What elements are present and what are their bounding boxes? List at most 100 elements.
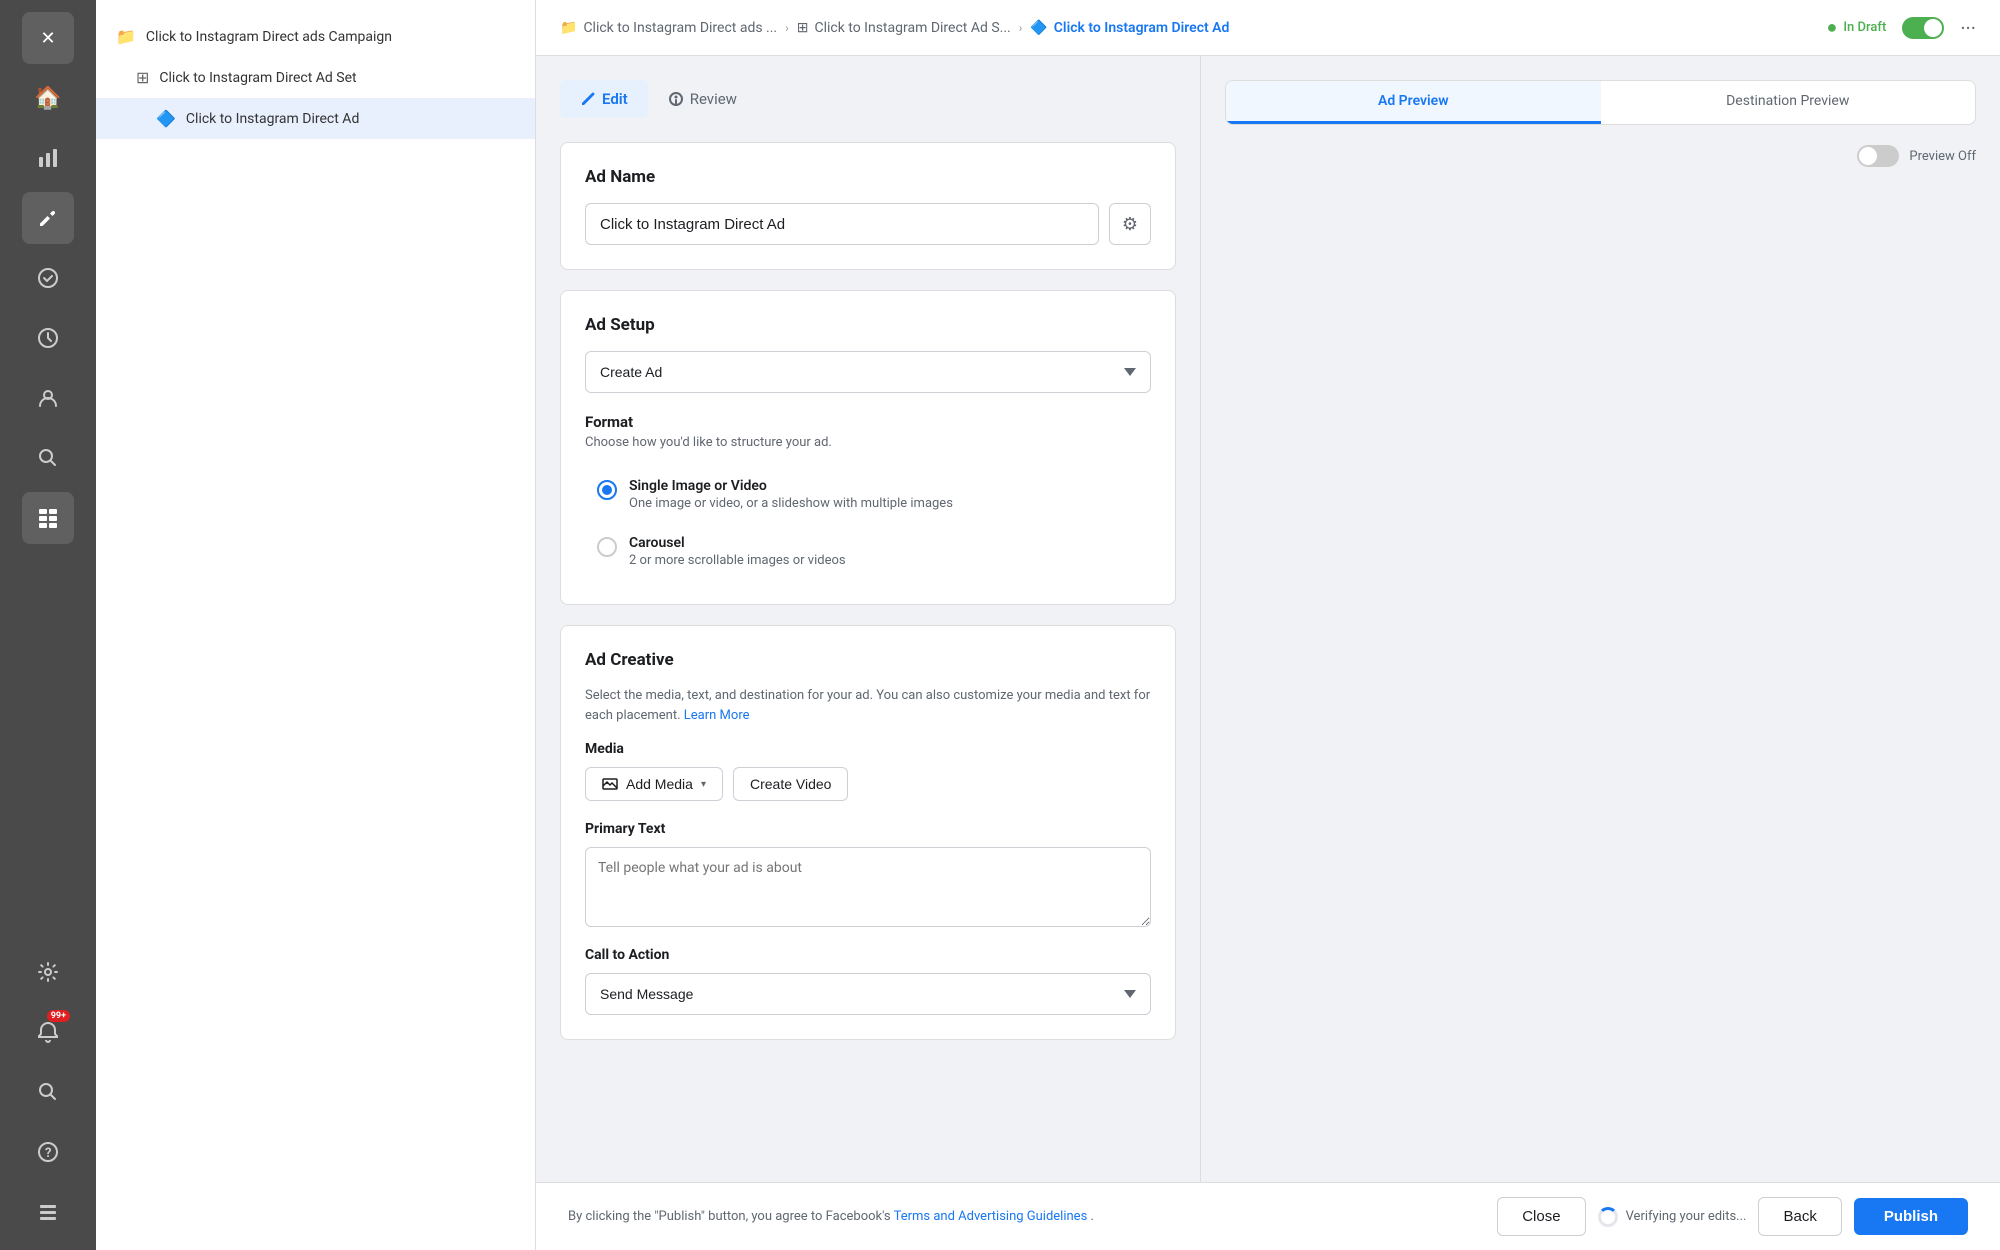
draft-label: In Draft: [1843, 20, 1886, 35]
breadcrumb-campaign[interactable]: 📁 Click to Instagram Direct ads ...: [560, 20, 777, 36]
format-carousel-radio[interactable]: [597, 537, 617, 557]
format-desc: Choose how you'd like to structure your …: [585, 435, 1151, 450]
add-media-button[interactable]: Add Media ▾: [585, 767, 723, 801]
top-bar: 📁 Click to Instagram Direct ads ... › ⊞ …: [536, 0, 2000, 56]
preview-toggle[interactable]: [1857, 145, 1899, 167]
campaign-label: Click to Instagram Direct ads Campaign: [146, 29, 491, 45]
ad-name-input[interactable]: [585, 203, 1099, 245]
bottom-bar-actions: Close Verifying your edits... Back Publi…: [1497, 1197, 1968, 1236]
search-icon-button[interactable]: [22, 432, 74, 484]
draft-dot-icon: ●: [1827, 17, 1838, 38]
agreement-text: By clicking the "Publish" button, you ag…: [568, 1209, 1094, 1224]
bc-campaign-icon: 📁: [560, 20, 577, 36]
tree-item-ad[interactable]: 🔷 Click to Instagram Direct Ad ···: [96, 98, 535, 139]
verifying-status: Verifying your edits...: [1598, 1207, 1747, 1227]
ad-icon: 🔷: [156, 109, 176, 128]
ad-name-row: ⚙: [585, 203, 1151, 245]
ad-creative-title: Ad Creative: [585, 650, 1151, 670]
settings-icon-button[interactable]: [22, 946, 74, 998]
person-icon-button[interactable]: [22, 372, 74, 424]
breadcrumb-adset[interactable]: ⊞ Click to Instagram Direct Ad S...: [797, 20, 1011, 36]
in-draft-status: ● In Draft: [1827, 17, 1887, 38]
bottom-bar: By clicking the "Publish" button, you ag…: [536, 1182, 2000, 1250]
adset-label: Click to Instagram Direct Ad Set: [159, 70, 490, 86]
search2-icon-button[interactable]: [22, 1066, 74, 1118]
chart-icon-button[interactable]: [22, 132, 74, 184]
ad-creative-desc: Select the media, text, and destination …: [585, 686, 1151, 725]
ad-name-card: Ad Name ⚙: [560, 142, 1176, 270]
back-button[interactable]: Back: [1758, 1197, 1841, 1236]
preview-toggle-row: Preview Off: [1225, 145, 1976, 167]
ad-creative-card: Ad Creative Select the media, text, and …: [560, 625, 1176, 1040]
adset-icon: ⊞: [136, 68, 149, 87]
cta-label: Call to Action: [585, 947, 1151, 963]
media-section-label: Media: [585, 741, 1151, 757]
list-icon-button[interactable]: [22, 1186, 74, 1238]
checkmark-icon-button[interactable]: [22, 252, 74, 304]
preview-off-label: Preview Off: [1909, 149, 1976, 164]
terms-link[interactable]: Terms and Advertising Guidelines: [894, 1209, 1088, 1224]
top-bar-right: ● In Draft ···: [1827, 16, 1977, 40]
create-video-button[interactable]: Create Video: [733, 767, 848, 801]
learn-more-link[interactable]: Learn More: [684, 708, 750, 723]
breadcrumb-sep-2: ›: [1019, 21, 1023, 35]
content-area: Edit Review Ad Name ⚙ Ad Setup Cre: [536, 56, 2000, 1182]
tree-item-adset[interactable]: ⊞ Click to Instagram Direct Ad Set ···: [96, 57, 535, 98]
tree-sidebar: 📁 Click to Instagram Direct ads Campaign…: [96, 0, 536, 1250]
media-buttons-row: Add Media ▾ Create Video: [585, 767, 1151, 801]
close-button[interactable]: Close: [1497, 1197, 1585, 1236]
breadcrumb-ad[interactable]: 🔷 Click to Instagram Direct Ad: [1030, 20, 1229, 36]
bc-ad-label: Click to Instagram Direct Ad: [1054, 20, 1230, 36]
bc-adset-label: Click to Instagram Direct Ad S...: [814, 20, 1010, 36]
draft-toggle[interactable]: [1902, 17, 1944, 39]
ad-setup-dropdown[interactable]: Create Ad: [585, 351, 1151, 393]
destination-preview-tab[interactable]: Destination Preview: [1601, 81, 1976, 124]
format-carousel-label: Carousel: [629, 535, 846, 551]
format-single-radio[interactable]: [597, 480, 617, 500]
bell-icon-button[interactable]: 99+: [22, 1006, 74, 1058]
format-title: Format: [585, 413, 1151, 431]
ad-label: Click to Instagram Direct Ad: [186, 111, 491, 127]
main-content: 📁 Click to Instagram Direct ads ... › ⊞ …: [536, 0, 2000, 1250]
primary-text-label: Primary Text: [585, 821, 1151, 837]
verifying-text: Verifying your edits...: [1626, 1209, 1747, 1224]
question-icon-button[interactable]: ?: [22, 1126, 74, 1178]
right-panel: Ad Preview Destination Preview Preview O…: [1200, 56, 2000, 1182]
review-tab-label: Review: [690, 90, 737, 108]
bc-campaign-label: Click to Instagram Direct ads ...: [583, 20, 777, 36]
edit-tab[interactable]: Edit: [560, 80, 648, 118]
home-icon-button[interactable]: 🏠: [22, 72, 74, 124]
tree-item-campaign[interactable]: 📁 Click to Instagram Direct ads Campaign…: [96, 16, 535, 57]
breadcrumb-sep-1: ›: [785, 21, 789, 35]
edit-tab-label: Edit: [602, 90, 628, 108]
grid-icon-button[interactable]: [22, 492, 74, 544]
top-more-button[interactable]: ···: [1960, 16, 1976, 40]
format-carousel-desc: 2 or more scrollable images or videos: [629, 553, 846, 568]
create-video-label: Create Video: [750, 776, 831, 792]
notification-badge: 99+: [47, 1010, 70, 1022]
campaign-folder-icon: 📁: [116, 27, 136, 46]
bc-adset-icon: ⊞: [797, 20, 809, 36]
format-single-label: Single Image or Video: [629, 478, 953, 494]
review-tab[interactable]: Review: [648, 80, 757, 118]
ad-setup-card: Ad Setup Create Ad Format Choose how you…: [560, 290, 1176, 605]
cta-dropdown[interactable]: Send Message: [585, 973, 1151, 1015]
clock-icon-button[interactable]: [22, 312, 74, 364]
left-panel: Edit Review Ad Name ⚙ Ad Setup Cre: [536, 56, 1200, 1182]
bc-ad-icon: 🔷: [1030, 20, 1047, 36]
add-media-dropdown-arrow: ▾: [701, 779, 706, 790]
ad-name-settings-button[interactable]: ⚙: [1109, 203, 1151, 245]
publish-button[interactable]: Publish: [1854, 1198, 1968, 1235]
verifying-spinner: [1598, 1207, 1618, 1227]
ad-preview-tab[interactable]: Ad Preview: [1226, 81, 1601, 124]
edit-review-tabs: Edit Review: [560, 80, 1176, 118]
format-carousel-option[interactable]: Carousel 2 or more scrollable images or …: [585, 523, 1151, 580]
add-media-label: Add Media: [626, 776, 693, 792]
edit-pencil-icon-button[interactable]: [22, 192, 74, 244]
format-single-option[interactable]: Single Image or Video One image or video…: [585, 466, 1151, 523]
close-panel-button[interactable]: ✕: [22, 12, 74, 64]
primary-text-input[interactable]: [585, 847, 1151, 927]
icon-sidebar: ✕ 🏠 99+ ?: [0, 0, 96, 1250]
svg-text:?: ?: [45, 1146, 51, 1161]
format-single-desc: One image or video, or a slideshow with …: [629, 496, 953, 511]
